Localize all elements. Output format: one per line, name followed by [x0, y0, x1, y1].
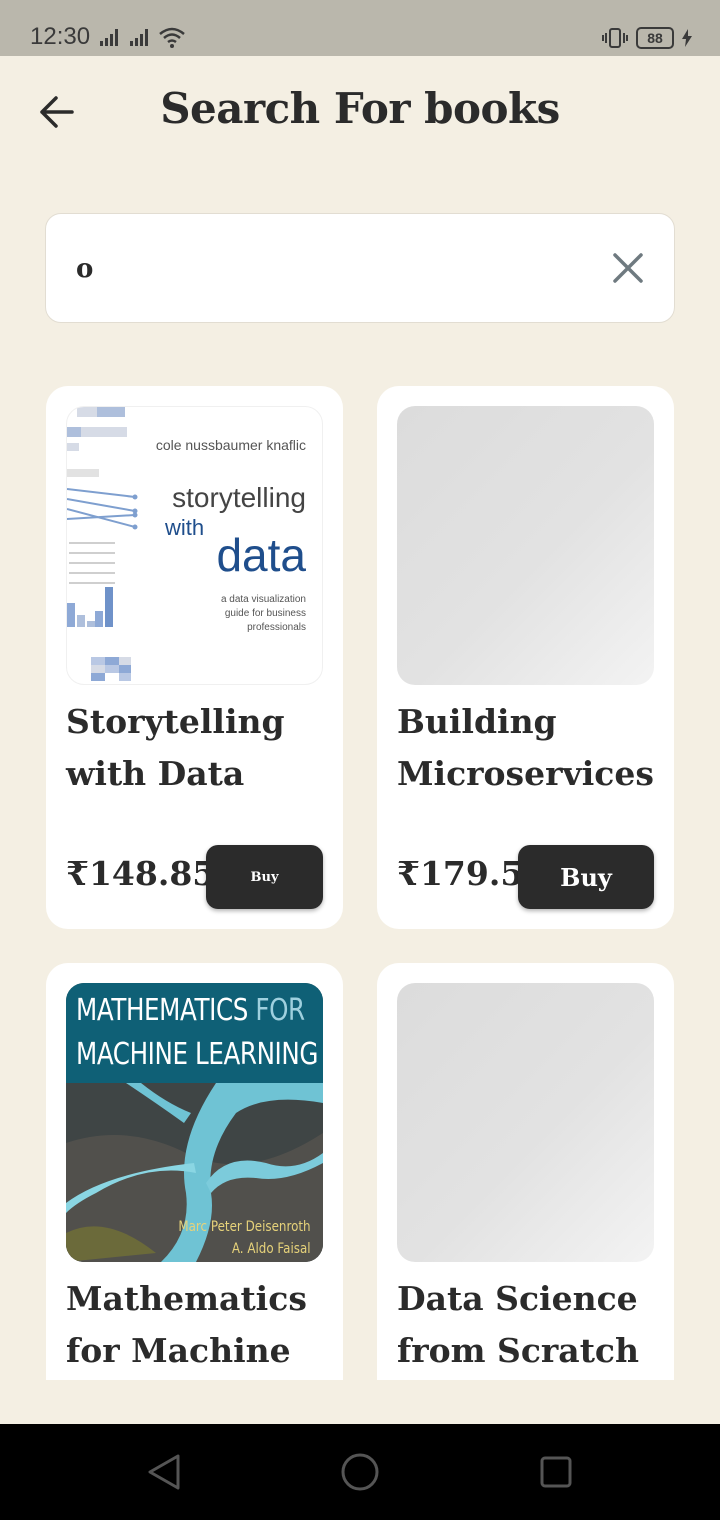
nav-recents-button[interactable]	[536, 1452, 576, 1492]
nav-home-button[interactable]	[340, 1452, 380, 1492]
nav-home-icon	[341, 1453, 379, 1491]
cover-author-1: Marc Peter Deisenroth	[178, 1219, 311, 1235]
cover-title-for: FOR	[255, 993, 305, 1028]
system-nav-bar	[0, 1424, 720, 1520]
cover-author-2: A. Aldo Faisal	[232, 1241, 311, 1257]
cover-chart-graphic	[67, 407, 138, 681]
book-cover: cole nussbaumer knaflic storytelling wit…	[66, 406, 323, 685]
book-title: Building Microservices	[397, 702, 654, 793]
cover-title-line1: storytelling	[172, 482, 306, 513]
nav-back-icon	[148, 1454, 180, 1490]
cover-title-line1: MATHEMATICS	[76, 993, 248, 1028]
cover-title-line2: with	[165, 515, 205, 540]
buy-button[interactable]: Buy	[206, 845, 323, 909]
book-cover-placeholder	[397, 983, 654, 1262]
book-card[interactable]: Building Microservices ₹179.5 Buy	[377, 386, 674, 929]
book-grid: cole nussbaumer knaflic storytelling wit…	[0, 0, 720, 1380]
cover-author: cole nussbaumer knaflic	[155, 437, 306, 453]
nav-recents-icon	[540, 1456, 572, 1488]
cover-title: MATHEMATICS FOR MACHINE LEARNING	[76, 989, 319, 1077]
book-title: Mathematics for Machine L…	[66, 1279, 307, 1370]
book-price: ₹179.5	[397, 854, 524, 893]
book-title: Data Science from Scratch	[397, 1279, 640, 1370]
book-price: ₹148.85	[66, 854, 216, 893]
book-title: Storytelling with Data	[66, 702, 285, 793]
cover-title-line3: data	[216, 529, 306, 581]
nav-back-button[interactable]	[144, 1452, 184, 1492]
cover-subtitle: a data visualization guide for business …	[220, 594, 306, 633]
cover-title-line2: MACHINE LEARNING	[76, 1037, 319, 1072]
book-card[interactable]: Data Science from Scratch	[377, 963, 674, 1380]
cover-authors: Marc Peter Deisenroth A. Aldo Faisal	[179, 1216, 311, 1260]
book-cover-placeholder	[397, 406, 654, 685]
book-card[interactable]: cole nussbaumer knaflic storytelling wit…	[46, 386, 343, 929]
buy-button[interactable]: Buy	[518, 845, 654, 909]
book-card[interactable]: MATHEMATICS FOR MACHINE LEARNING Marc Pe…	[46, 963, 343, 1380]
book-cover: MATHEMATICS FOR MACHINE LEARNING Marc Pe…	[66, 983, 323, 1262]
